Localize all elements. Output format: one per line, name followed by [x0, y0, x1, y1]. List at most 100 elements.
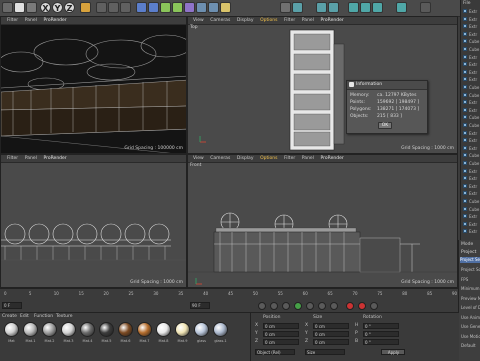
axis-y-button[interactable]: Y: [52, 2, 63, 13]
viewport-menu-filter[interactable]: Filter: [284, 17, 295, 24]
object-row[interactable]: Cube: [463, 47, 479, 52]
coord-mode-dropdown[interactable]: Object (Rel): [255, 349, 295, 355]
material-swatch[interactable]: [80, 322, 95, 337]
material-swatch[interactable]: [156, 322, 171, 337]
end-frame-field[interactable]: 90 F: [190, 302, 210, 309]
material-swatch[interactable]: [175, 322, 190, 337]
viewport-menu-view[interactable]: View: [193, 17, 204, 24]
coord-size-mode-dropdown[interactable]: Size: [305, 349, 345, 355]
material-menu-texture[interactable]: Texture: [56, 314, 72, 319]
object-row[interactable]: Extr: [463, 9, 479, 14]
coord-position-field[interactable]: 0 cm: [263, 323, 299, 329]
object-row[interactable]: Extr: [463, 221, 479, 227]
solo-icon[interactable]: [348, 2, 359, 13]
object-row[interactable]: Cube: [463, 123, 479, 128]
timeline[interactable]: 0 5 10 15 20 25 30 35 40 45 50 55 60 65 70 75 80 85 90 0 F…: [0, 288, 458, 313]
viewport-menu-panel[interactable]: Panel: [302, 155, 314, 162]
material-swatch[interactable]: [4, 322, 19, 337]
object-row[interactable]: Extr: [463, 138, 479, 143]
object-row[interactable]: Extr: [463, 176, 479, 181]
goto-start-icon[interactable]: [258, 302, 266, 310]
coord-rotation-field[interactable]: 0 °: [363, 331, 399, 337]
object-row[interactable]: Cube: [463, 199, 479, 204]
array-icon[interactable]: [172, 2, 183, 13]
material-menu-function[interactable]: Function: [34, 314, 53, 319]
object-row[interactable]: Extr: [463, 145, 479, 151]
object-row[interactable]: Extr: [463, 100, 479, 105]
object-row[interactable]: Extr: [463, 62, 479, 67]
coord-position-field[interactable]: 0 cm: [263, 331, 299, 337]
deformer-icon[interactable]: [184, 2, 195, 13]
object-row[interactable]: Extr: [463, 69, 479, 75]
coord-size-field[interactable]: 0 cm: [313, 339, 349, 345]
viewport-menu-panel[interactable]: Panel: [302, 17, 314, 24]
viewport-menu-view[interactable]: View: [193, 155, 204, 162]
object-row[interactable]: Extr: [463, 191, 479, 196]
object-row[interactable]: Extr: [463, 24, 479, 29]
object-row[interactable]: Extr: [463, 16, 479, 22]
object-row[interactable]: Cube: [463, 85, 479, 90]
material-swatch[interactable]: [194, 322, 209, 337]
viewport-menu-panel[interactable]: Panel: [25, 17, 37, 24]
solo-selection-icon[interactable]: [372, 2, 383, 13]
material-swatch[interactable]: [23, 322, 38, 337]
ok-button[interactable]: OK: [378, 122, 392, 129]
current-frame-field[interactable]: 0 F: [2, 302, 22, 309]
solo-off-icon[interactable]: [396, 2, 407, 13]
material-menu-edit[interactable]: Edit: [20, 314, 29, 319]
next-key-icon[interactable]: [318, 302, 326, 310]
axis-z-button[interactable]: Z: [64, 2, 75, 13]
viewport-menu-filter[interactable]: Filter: [7, 17, 18, 24]
goto-end-icon[interactable]: [330, 302, 338, 310]
locked-workplane-icon[interactable]: [328, 2, 339, 13]
object-row[interactable]: Extr: [463, 168, 479, 174]
coord-size-field[interactable]: 0 cm: [313, 331, 349, 337]
coord-system-icon[interactable]: [80, 2, 91, 13]
object-row[interactable]: Extr: [463, 77, 479, 82]
viewport-right[interactable]: Filter Panel ProRender Grid Spacing : 10…: [0, 154, 187, 288]
viewport-menu-prorender[interactable]: ProRender: [43, 155, 66, 162]
workplane-icon[interactable]: [316, 2, 327, 13]
apply-button[interactable]: Apply: [381, 349, 405, 355]
material-swatch[interactable]: [42, 322, 57, 337]
viewport-menu-filter[interactable]: Filter: [284, 155, 295, 162]
viewport-menu-panel[interactable]: Panel: [25, 155, 37, 162]
floor-icon[interactable]: [196, 2, 207, 13]
viewport-menu-prorender[interactable]: ProRender: [321, 17, 344, 24]
viewport-perspective[interactable]: Filter Panel ProRender Grid Spacing : 10…: [0, 16, 187, 154]
object-row[interactable]: Cube: [463, 115, 479, 120]
light-icon[interactable]: [220, 2, 231, 13]
material-swatch[interactable]: [213, 322, 228, 337]
object-row[interactable]: Extr: [463, 214, 479, 219]
window-layout-icon[interactable]: [420, 2, 431, 13]
attribute-mode-tab[interactable]: Mode: [461, 242, 473, 247]
material-swatch[interactable]: [99, 322, 114, 337]
coord-position-field[interactable]: 0 cm: [263, 339, 299, 345]
render-settings-icon[interactable]: [120, 2, 131, 13]
autokey-icon[interactable]: [358, 302, 366, 310]
viewport-menu-display[interactable]: Display: [237, 155, 254, 162]
coord-rotation-field[interactable]: 0 °: [363, 339, 399, 345]
camera-icon[interactable]: [208, 2, 219, 13]
axis-x-button[interactable]: X: [40, 2, 51, 13]
object-row[interactable]: Cube: [463, 92, 479, 98]
material-swatch[interactable]: [118, 322, 133, 337]
material-swatch[interactable]: [137, 322, 152, 337]
object-row[interactable]: Cube: [463, 39, 479, 44]
object-row[interactable]: Extr: [463, 107, 479, 113]
grid-icon[interactable]: [280, 2, 291, 13]
viewport-menu-options[interactable]: Options: [260, 155, 277, 162]
material-menu-create[interactable]: Create: [2, 314, 17, 319]
viewport-menu-options[interactable]: Options: [260, 17, 277, 24]
record-icon[interactable]: [346, 302, 354, 310]
viewport-menu-display[interactable]: Display: [237, 17, 254, 24]
viewport-menu-filter[interactable]: Filter: [7, 155, 18, 162]
undo-icon[interactable]: [2, 2, 13, 13]
next-frame-icon[interactable]: [306, 302, 314, 310]
cube-icon[interactable]: [136, 2, 147, 13]
render-icon[interactable]: [108, 2, 119, 13]
solo-hierarchy-icon[interactable]: [360, 2, 371, 13]
project-settings-tab[interactable]: Project Se: [460, 257, 480, 263]
coord-rotation-field[interactable]: 0 °: [363, 323, 399, 329]
live-selection-icon[interactable]: [14, 2, 25, 13]
